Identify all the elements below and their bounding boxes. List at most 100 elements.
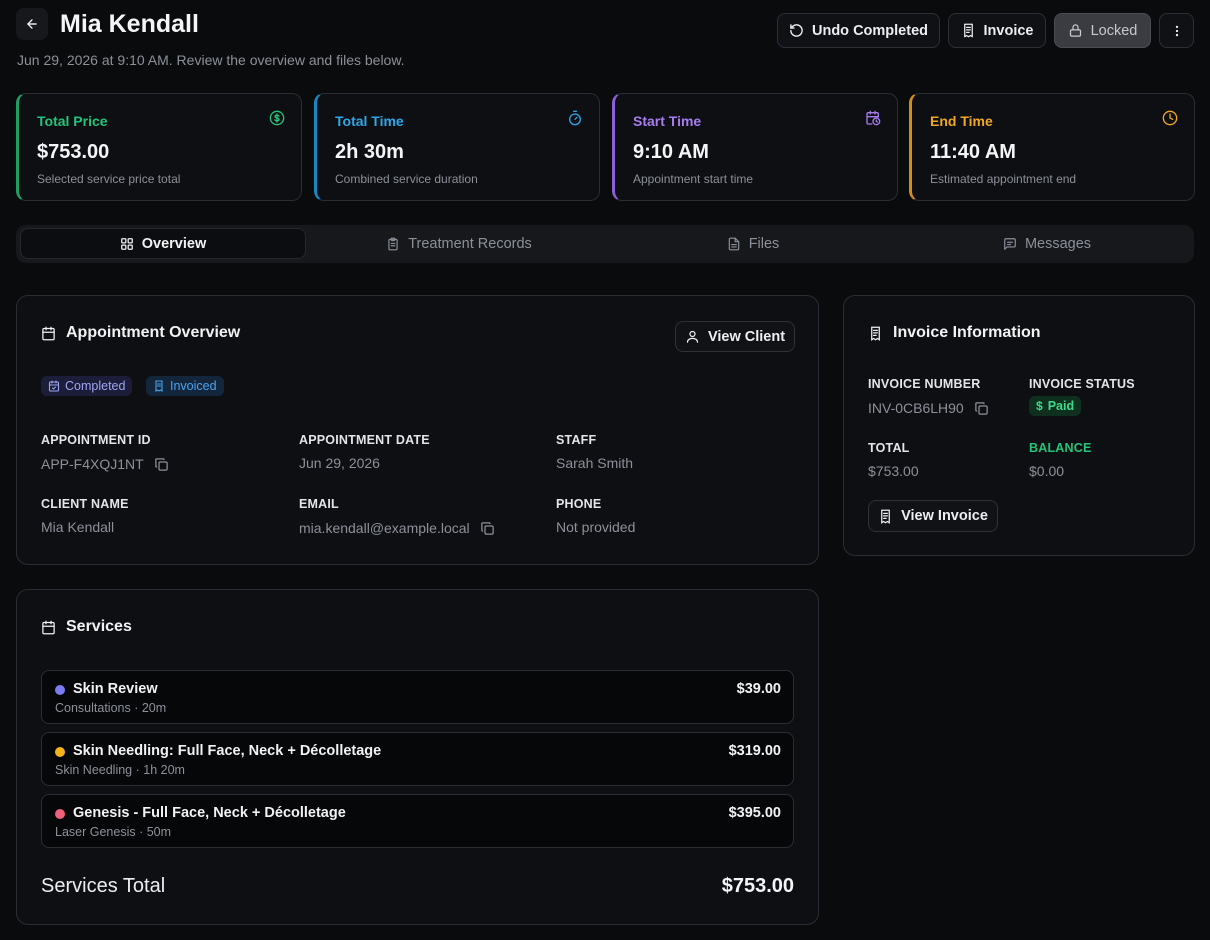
stat-card-total-price: Total Price $753.00 Selected service pri… xyxy=(16,93,302,201)
service-color-dot xyxy=(55,685,65,695)
copy-icon[interactable] xyxy=(480,521,495,536)
clipboard-icon xyxy=(386,237,400,251)
view-invoice-label: View Invoice xyxy=(901,508,988,524)
service-color-dot xyxy=(55,809,65,819)
status-badge-completed: Completed xyxy=(41,376,133,396)
copy-icon[interactable] xyxy=(974,401,989,416)
locked-label: Locked xyxy=(1090,22,1138,39)
status-badge-invoiced: Invoiced xyxy=(146,376,224,396)
service-name: Genesis - Full Face, Neck + Décolletage xyxy=(73,805,346,821)
calendar-check-icon xyxy=(48,380,60,392)
appointment-id-label: APPOINTMENT ID xyxy=(41,433,151,447)
arrow-left-icon xyxy=(25,17,39,31)
badge-label: Paid xyxy=(1047,399,1075,413)
tab-label: Treatment Records xyxy=(408,235,532,252)
services-total-value: $753.00 xyxy=(721,875,794,897)
view-client-button[interactable]: View Client xyxy=(675,321,795,352)
service-row[interactable]: Genesis - Full Face, Neck + Décolletage … xyxy=(41,794,794,848)
total-value: $753.00 xyxy=(868,463,919,479)
stat-value: $753.00 xyxy=(37,141,110,163)
clock-icon xyxy=(1162,110,1178,126)
calendar-icon xyxy=(41,326,56,341)
service-meta: Skin Needling · 1h 20m xyxy=(55,763,185,777)
tab-treatment-records[interactable]: Treatment Records xyxy=(314,228,604,259)
tab-files[interactable]: Files xyxy=(608,228,898,259)
dollar-icon: $ xyxy=(1036,399,1043,413)
invoice-button[interactable]: Invoice xyxy=(948,13,1046,48)
view-client-label: View Client xyxy=(707,328,786,345)
view-invoice-button[interactable]: View Invoice xyxy=(868,500,998,532)
undo-completed-label: Undo Completed xyxy=(812,22,928,39)
badge-label: Invoiced xyxy=(170,379,217,393)
invoice-status-label: INVOICE STATUS xyxy=(1029,377,1135,391)
stat-card-start-time: Start Time 9:10 AM Appointment start tim… xyxy=(612,93,898,201)
user-icon xyxy=(685,329,700,344)
stat-label: End Time xyxy=(930,113,993,129)
staff-value: Sarah Smith xyxy=(556,455,634,471)
services-panel: Services Skin Review Consultations · 20m… xyxy=(16,589,819,925)
back-button[interactable] xyxy=(16,8,48,40)
services-total-label: Services Total xyxy=(41,875,166,897)
service-name: Skin Review xyxy=(73,681,158,697)
stat-value: 9:10 AM xyxy=(633,141,709,163)
staff-label: STAFF xyxy=(556,433,597,447)
page-subtitle: Jun 29, 2026 at 9:10 AM. Review the over… xyxy=(17,52,405,68)
client-name-label: CLIENT NAME xyxy=(41,497,129,511)
undo-completed-button[interactable]: Undo Completed xyxy=(777,13,940,48)
invoice-number-label: INVOICE NUMBER xyxy=(868,377,981,391)
copy-icon[interactable] xyxy=(154,457,169,472)
stat-label: Total Price xyxy=(37,113,108,129)
message-icon xyxy=(1003,237,1017,251)
balance-value: $0.00 xyxy=(1029,463,1065,479)
stat-desc: Selected service price total xyxy=(37,172,181,186)
invoice-number-text: INV-0CB6LH90 xyxy=(868,400,964,416)
locked-button[interactable]: Locked xyxy=(1054,13,1151,48)
stopwatch-icon xyxy=(567,110,583,126)
service-color-dot xyxy=(55,747,65,757)
badge-label: Completed xyxy=(65,379,126,393)
stat-value: 2h 30m xyxy=(335,141,404,163)
appointment-overview-panel: Appointment Overview View Client Complet… xyxy=(16,295,819,565)
panel-title-text: Appointment Overview xyxy=(66,324,241,341)
invoice-label: Invoice xyxy=(983,22,1034,39)
appointment-overview-title: Appointment Overview xyxy=(41,324,240,342)
stat-desc: Combined service duration xyxy=(335,172,478,186)
tab-bar: Overview Treatment Records Files Message… xyxy=(16,225,1194,263)
undo-icon xyxy=(789,23,804,38)
receipt-icon xyxy=(153,380,165,392)
email-text: mia.kendall@example.local xyxy=(299,520,470,536)
service-meta: Laser Genesis · 50m xyxy=(55,825,172,839)
page-title: Mia Kendall xyxy=(60,10,199,38)
receipt-icon xyxy=(868,326,883,341)
calendar-clock-icon xyxy=(865,110,881,126)
stat-value: 11:40 AM xyxy=(930,141,1016,163)
stat-card-total-time: Total Time 2h 30m Combined service durat… xyxy=(314,93,600,201)
more-vertical-icon xyxy=(1170,24,1184,38)
client-name-value: Mia Kendall xyxy=(41,519,115,535)
service-price: $395.00 xyxy=(728,805,781,821)
service-price: $39.00 xyxy=(736,681,781,697)
receipt-icon xyxy=(961,23,976,38)
appointment-date-label: APPOINTMENT DATE xyxy=(299,433,430,447)
services-title: Services xyxy=(41,618,132,636)
phone-label: PHONE xyxy=(556,497,602,511)
receipt-icon xyxy=(878,509,893,524)
invoice-information-panel: Invoice Information INVOICE NUMBER INV-0… xyxy=(843,295,1195,556)
service-row[interactable]: Skin Needling: Full Face, Neck + Décolle… xyxy=(41,732,794,786)
stat-desc: Estimated appointment end xyxy=(930,172,1077,186)
tab-label: Messages xyxy=(1024,235,1092,252)
more-options-button[interactable] xyxy=(1159,13,1194,48)
tab-overview[interactable]: Overview xyxy=(20,228,306,259)
panel-title-text: Services xyxy=(66,618,132,635)
tab-messages[interactable]: Messages xyxy=(902,228,1192,259)
service-row[interactable]: Skin Review Consultations · 20m $39.00 xyxy=(41,670,794,724)
stat-label: Start Time xyxy=(633,113,702,129)
dollar-circle-icon xyxy=(269,110,285,126)
invoice-information-title: Invoice Information xyxy=(868,324,1041,342)
appointment-date-value: Jun 29, 2026 xyxy=(299,455,380,471)
tab-label: Overview xyxy=(141,235,207,252)
appointment-id-text: APP-F4XQJ1NT xyxy=(41,456,144,472)
stat-desc: Appointment start time xyxy=(633,172,754,186)
email-label: EMAIL xyxy=(299,497,339,511)
lock-icon xyxy=(1068,23,1083,38)
